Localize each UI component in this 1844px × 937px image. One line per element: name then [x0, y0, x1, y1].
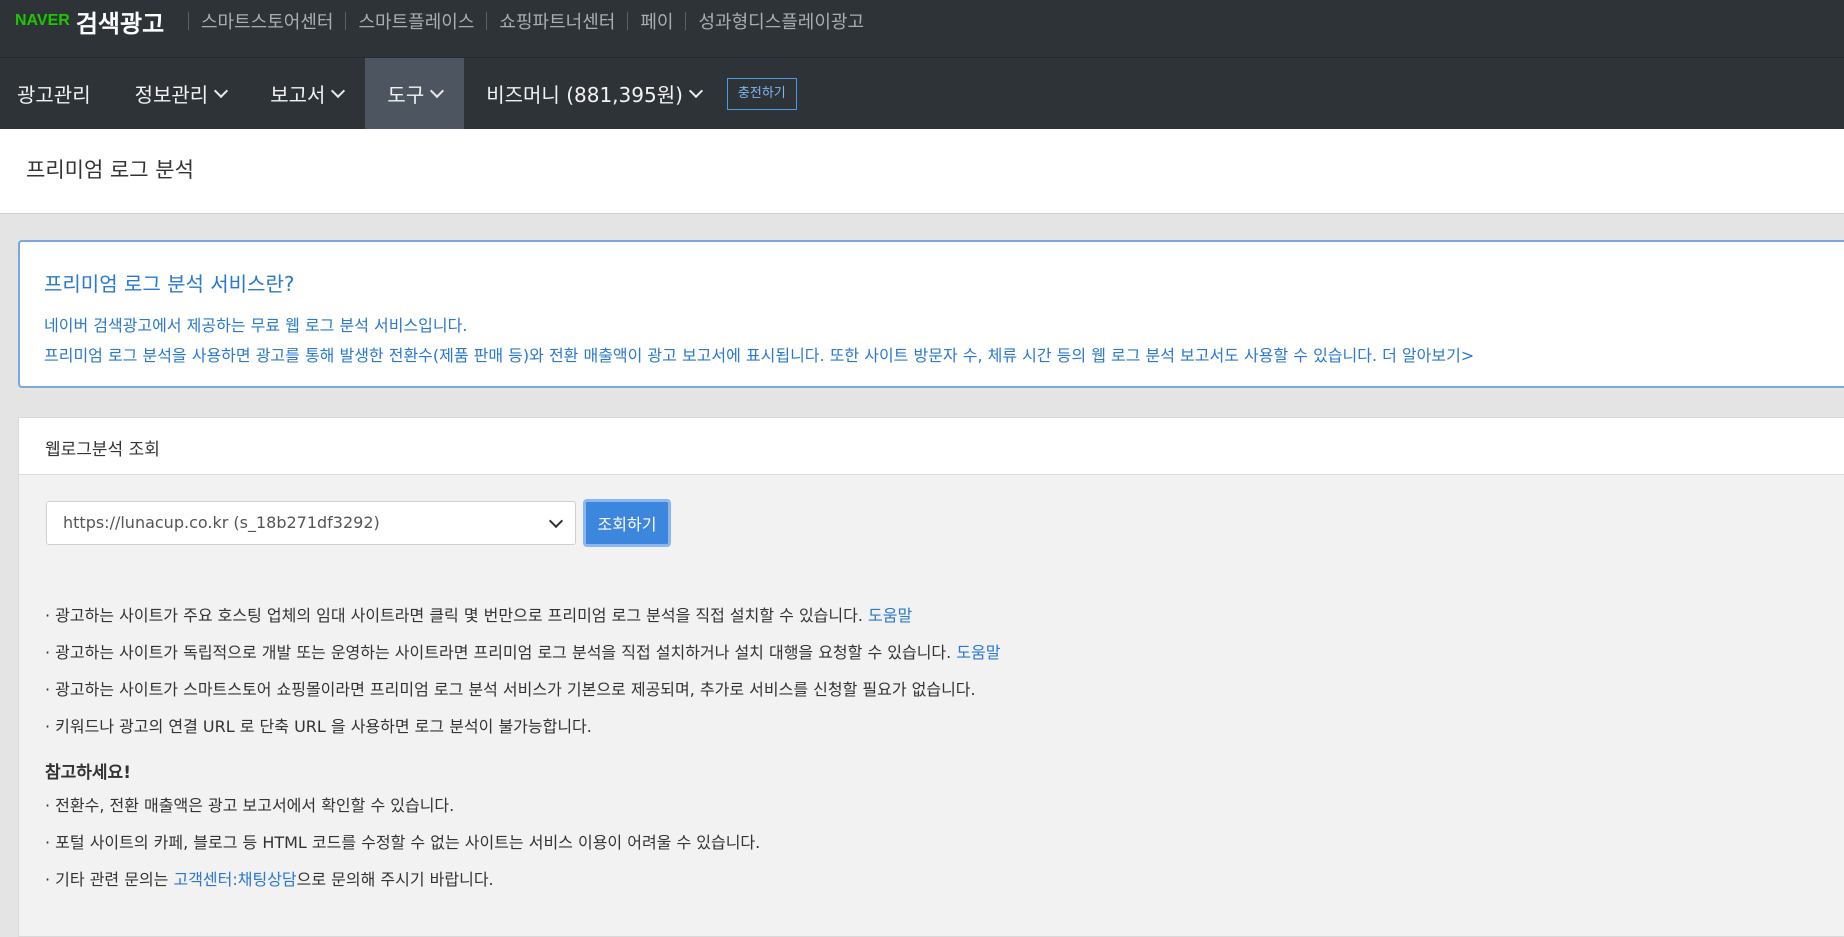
list-item: · 광고하는 사이트가 스마트스토어 쇼핑몰이라면 프리미엄 로그 분석 서비스… [45, 676, 976, 700]
nav-tools-label: 도구 [387, 83, 425, 107]
site-link-display-ad[interactable]: 성과형디스플레이광고 [686, 8, 876, 34]
chevron-down-icon [430, 83, 445, 98]
panel-title: 웹로그분석 조회 [45, 440, 160, 460]
naver-searchad-logo[interactable]: NAVER 검색광고 [15, 4, 164, 38]
list-item: · 광고하는 사이트가 주요 호스팅 업체의 임대 사이트라면 클릭 몇 번만으… [45, 602, 912, 626]
chevron-down-icon [214, 83, 229, 98]
nav-biz-money[interactable]: 비즈머니 (881,395원) [464, 58, 723, 129]
panel-header: 웹로그분석 조회 [19, 418, 1844, 475]
weblog-query-panel: 웹로그분석 조회 https://lunacup.co.kr (s_18b271… [18, 417, 1844, 937]
nav-report[interactable]: 보고서 [248, 58, 365, 129]
nav-ad-manage-label: 광고관리 [17, 83, 91, 107]
logo-brand-text: 검색광고 [75, 9, 165, 38]
help-link[interactable]: 도움말 [956, 643, 1000, 662]
site-link-smartstore[interactable]: 스마트스토어센터 [189, 8, 345, 34]
chevron-down-icon [688, 83, 703, 98]
nav-biz-money-label: 비즈머니 (881,395원) [486, 83, 683, 107]
list-item-text: · 광고하는 사이트가 스마트스토어 쇼핑몰이라면 프리미엄 로그 분석 서비스… [45, 680, 976, 699]
chevron-down-icon [331, 83, 346, 98]
nav-info-manage[interactable]: 정보관리 [113, 58, 249, 129]
main-nav: 광고관리 정보관리 보고서 도구 비즈머니 (881,395원) 충전하기 [0, 57, 1844, 129]
list-item-text: · 광고하는 사이트가 주요 호스팅 업체의 임대 사이트라면 클릭 몇 번만으… [45, 606, 869, 625]
site-select-value: https://lunacup.co.kr (s_18b271df3292) [63, 513, 380, 532]
list-item-text: · 기타 관련 문의는 [45, 870, 174, 889]
top-header: NAVER 검색광고 스마트스토어센터 스마트플레이스 쇼핑파트너센터 페이 성… [0, 0, 1844, 57]
note-heading: 참고하세요! [45, 763, 131, 783]
query-button[interactable]: 조회하기 [583, 499, 671, 547]
site-link-pay[interactable]: 페이 [628, 8, 685, 34]
help-link[interactable]: 도움말 [868, 606, 912, 625]
list-item-text: · 광고하는 사이트가 독립적으로 개발 또는 운영하는 사이트라면 프리미엄 … [45, 643, 957, 662]
list-item-text: · 키워드나 광고의 연결 URL 로 단축 URL 을 사용하면 로그 분석이… [45, 717, 592, 736]
list-item-text: · 포털 사이트의 카페, 블로그 등 HTML 코드를 수정할 수 없는 사이… [45, 833, 761, 852]
logo-naver-text: NAVER [15, 12, 70, 29]
info-heading: 프리미엄 로그 분석 서비스란? [44, 272, 295, 296]
nav-ad-manage[interactable]: 광고관리 [0, 58, 113, 129]
list-item: · 전환수, 전환 매출액은 광고 보고서에서 확인할 수 있습니다. [45, 792, 454, 816]
list-item: · 광고하는 사이트가 독립적으로 개발 또는 운영하는 사이트라면 프리미엄 … [45, 639, 1001, 663]
nav-report-label: 보고서 [270, 83, 326, 107]
service-info-box: 프리미엄 로그 분석 서비스란? 네이버 검색광고에서 제공하는 무료 웹 로그… [18, 240, 1844, 388]
nav-tools[interactable]: 도구 [365, 58, 465, 129]
nav-info-manage-label: 정보관리 [134, 83, 209, 107]
customer-center-chat-link[interactable]: 고객센터:채팅상담 [173, 870, 296, 889]
list-item: · 포털 사이트의 카페, 블로그 등 HTML 코드를 수정할 수 없는 사이… [45, 829, 760, 853]
list-item: · 기타 관련 문의는 고객센터:채팅상담으로 문의해 주시기 바랍니다. [45, 866, 494, 890]
chevron-down-icon [548, 513, 564, 529]
info-description: 네이버 검색광고에서 제공하는 무료 웹 로그 분석 서비스입니다. [44, 316, 468, 335]
page-title: 프리미엄 로그 분석 [26, 158, 194, 182]
list-item-text: · 전환수, 전환 매출액은 광고 보고서에서 확인할 수 있습니다. [45, 796, 455, 815]
list-item-text: 으로 문의해 주시기 바랍니다. [296, 870, 494, 889]
site-link-smartplace[interactable]: 스마트플레이스 [346, 8, 486, 34]
charge-button[interactable]: 충전하기 [726, 77, 797, 110]
site-links: 스마트스토어센터 스마트플레이스 쇼핑파트너센터 페이 성과형디스플레이광고 [188, 4, 876, 38]
page-title-bar: 프리미엄 로그 분석 [0, 129, 1844, 214]
list-item: · 키워드나 광고의 연결 URL 로 단축 URL 을 사용하면 로그 분석이… [45, 713, 592, 737]
info-description-more[interactable]: 프리미엄 로그 분석을 사용하면 광고를 통해 발생한 전환수(제품 판매 등)… [44, 342, 1474, 366]
site-link-shopping-partner[interactable]: 쇼핑파트너센터 [487, 8, 627, 34]
site-select[interactable]: https://lunacup.co.kr (s_18b271df3292) [46, 501, 576, 545]
